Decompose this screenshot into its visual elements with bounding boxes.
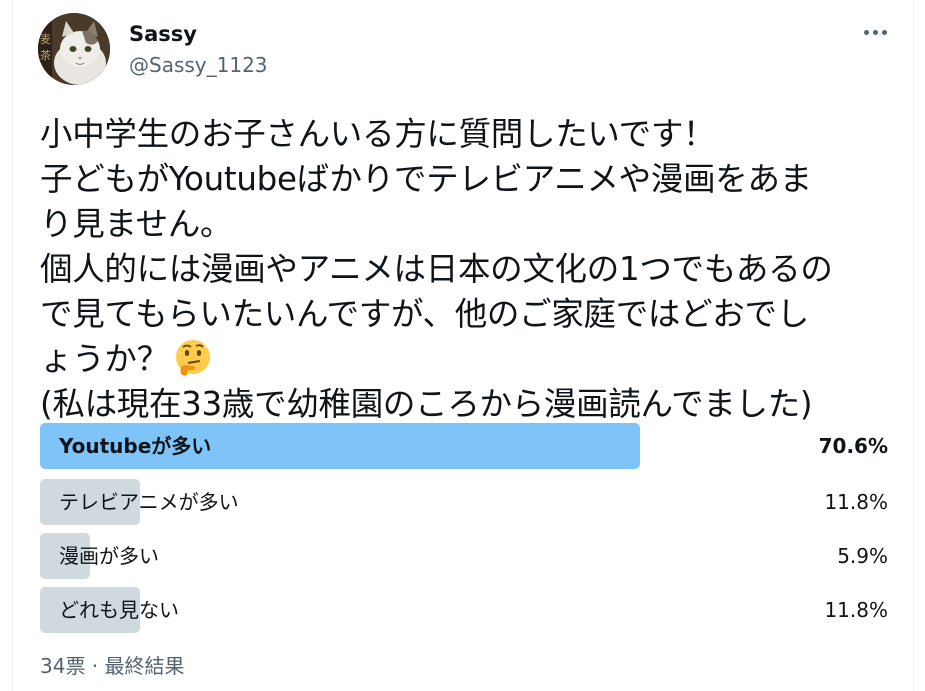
more-options-icon[interactable]	[858, 18, 892, 46]
tweet-text-body: 小中学生のお子さんいる方に質問したいです！ 子どもがYoutubeばかりでテレビ…	[40, 115, 833, 378]
svg-text:茶: 茶	[40, 49, 51, 62]
poll-option-label: 漫画が多い	[59, 544, 159, 568]
thinking-face-icon	[175, 340, 210, 376]
poll-option: 漫画が多い 5.9%	[40, 533, 890, 579]
author-name[interactable]: Sassy	[129, 20, 197, 48]
poll-option-percent: 11.8%	[824, 490, 888, 514]
tweet-text: 小中学生のお子さんいる方に質問したいです！ 子どもがYoutubeばかりでテレビ…	[40, 112, 900, 427]
poll-option: テレビアニメが多い 11.8%	[40, 479, 890, 525]
svg-text:麦: 麦	[40, 33, 51, 46]
poll-option-percent: 11.8%	[824, 598, 888, 622]
poll-option-label: テレビアニメが多い	[59, 490, 239, 514]
poll-footer: 34票 · 最終結果	[40, 654, 185, 678]
poll-option-percent: 5.9%	[837, 544, 888, 568]
author-handle[interactable]: @Sassy_1123	[129, 52, 268, 78]
poll-option-label: どれも見ない	[59, 598, 179, 622]
poll-option: Youtubeが多い 70.6%	[40, 423, 890, 469]
tweet-text-tail: (私は現在33歳で幼稚園のころから漫画読んでました)	[40, 385, 813, 423]
avatar[interactable]: 麦 茶	[38, 13, 110, 85]
poll-option-percent: 70.6%	[818, 434, 888, 458]
poll-option: どれも見ない 11.8%	[40, 587, 890, 633]
cat-avatar-icon: 麦 茶	[38, 13, 110, 85]
poll-option-label: Youtubeが多い	[59, 434, 212, 458]
